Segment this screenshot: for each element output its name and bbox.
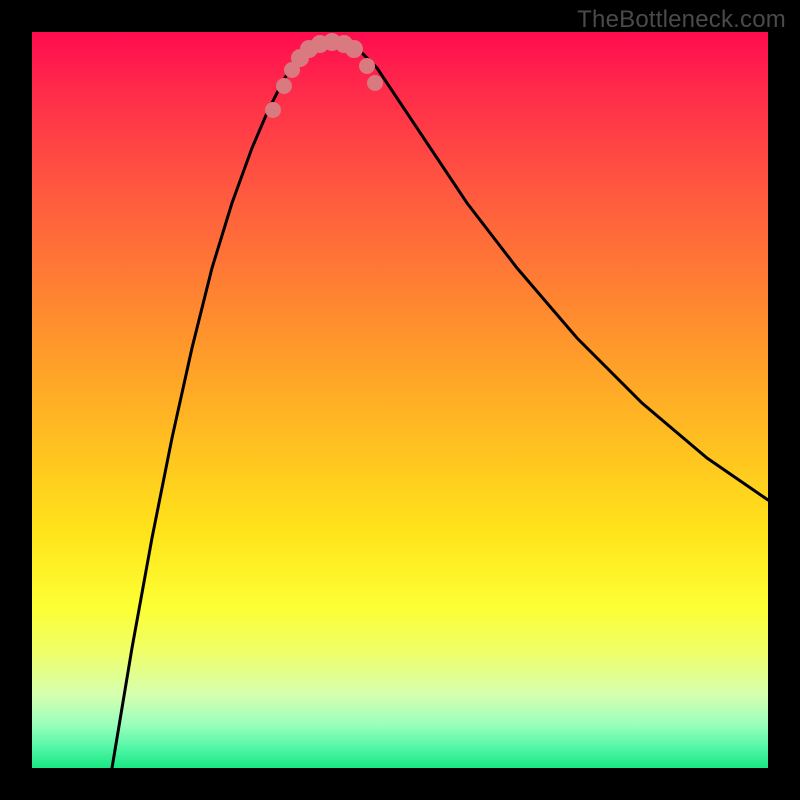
curve-marker xyxy=(276,78,292,94)
curve-marker xyxy=(265,102,281,118)
curve-marker xyxy=(359,58,375,74)
bottleneck-curve xyxy=(32,32,768,768)
curve-path xyxy=(112,42,768,768)
curve-markers xyxy=(265,33,383,118)
curve-marker xyxy=(345,40,363,58)
curve-marker xyxy=(367,75,383,91)
chart-plot-area xyxy=(32,32,768,768)
chart-frame: TheBottleneck.com xyxy=(0,0,800,800)
watermark-text: TheBottleneck.com xyxy=(577,6,786,34)
